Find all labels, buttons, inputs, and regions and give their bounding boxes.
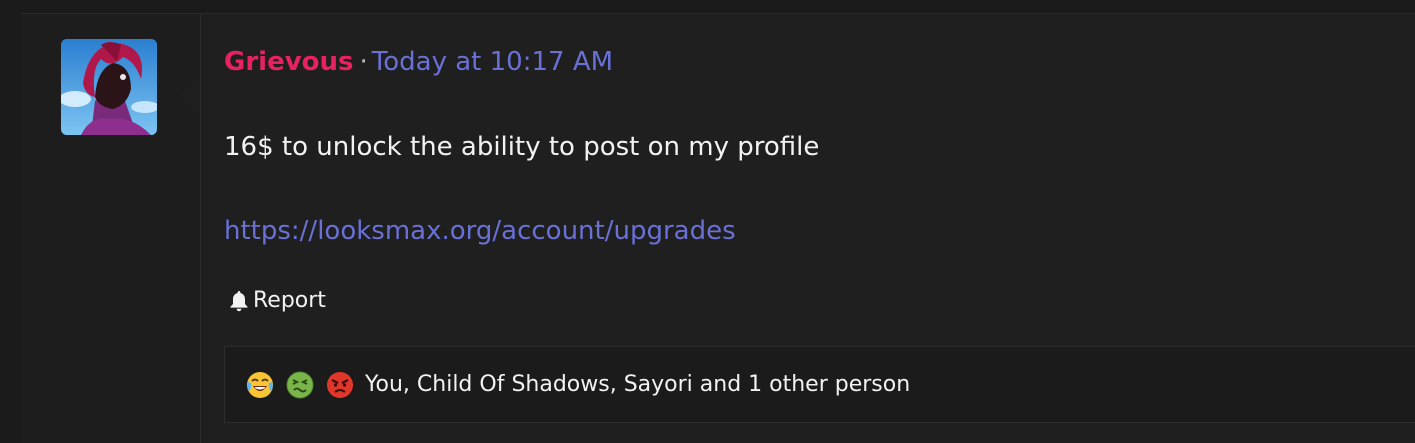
user-avatar[interactable]: [61, 39, 157, 135]
post-user-cell: [21, 14, 201, 443]
bell-icon: [230, 291, 248, 312]
post-body-text: 16$ to unlock the ability to post on my …: [224, 132, 820, 162]
header-separator: ·: [359, 47, 368, 77]
post-timestamp-link[interactable]: Today at 10:17 AM: [372, 47, 613, 77]
username-link[interactable]: Grievous: [224, 47, 354, 77]
angry-face-emoji[interactable]: [325, 370, 355, 400]
report-label: Report: [253, 288, 326, 313]
post-header: Grievous · Today at 10:17 AM: [224, 44, 613, 80]
report-button[interactable]: Report: [229, 286, 326, 316]
avatar-image: [61, 39, 157, 135]
post-body-link[interactable]: https://looksmax.org/account/upgrades: [224, 213, 736, 249]
post-arrow: [180, 74, 200, 114]
tears-of-joy-emoji[interactable]: [245, 370, 275, 400]
page: Grievous · Today at 10:17 AM 16$ to unlock…: [0, 0, 1415, 443]
post-container: Grievous · Today at 10:17 AM 16$ to unlock…: [21, 13, 1415, 443]
nauseated-face-emoji[interactable]: [285, 370, 315, 400]
reaction-summary[interactable]: You, Child Of Shadows, Sayori and 1 othe…: [365, 370, 910, 400]
post-main: Grievous · Today at 10:17 AM 16$ to unlock…: [224, 14, 1415, 443]
reactions-bar[interactable]: You, Child Of Shadows, Sayori and 1 othe…: [224, 346, 1415, 423]
